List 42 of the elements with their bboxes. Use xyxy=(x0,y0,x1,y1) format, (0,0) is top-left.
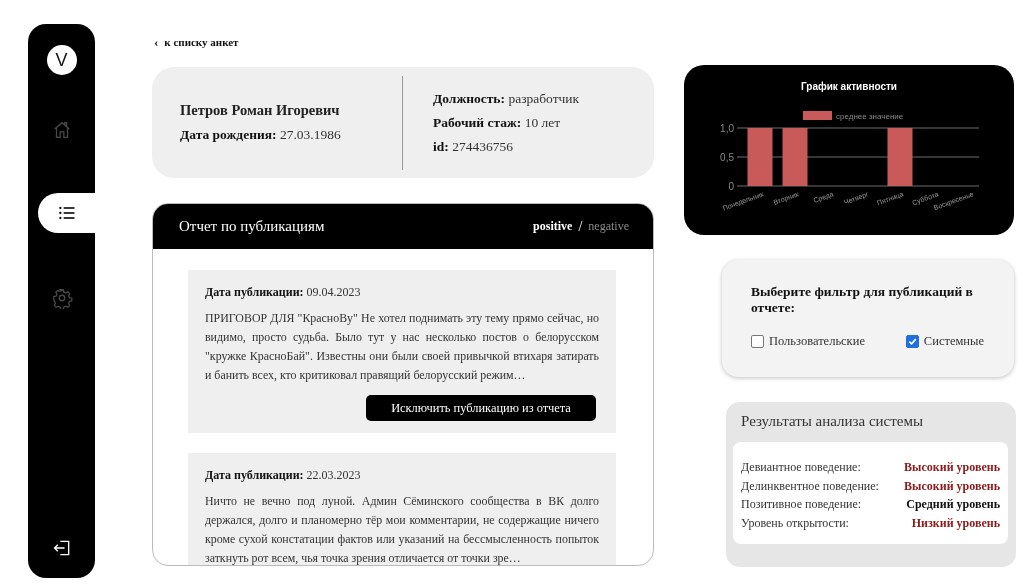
metric-value: Высокий уровень xyxy=(904,477,1000,495)
nav-item[interactable] xyxy=(38,193,95,233)
post-text: ПРИГОВОР ДЛЯ "КрасноBy" Не хотел поднимать эту тему прямо сейчас, но видимо, просто судьба. Было тут у нас несколько постов о белорусском "кружке КрасноБай". Известны они были своей привычкой втихаря затирать и банить всех, кто критиковал правящий белорусский режим… xyxy=(205,310,599,384)
info-field: id: 274436756 xyxy=(433,138,580,155)
y-tick-label: 0,5 xyxy=(720,152,734,163)
metric-value: Средний уровень xyxy=(906,496,1000,513)
checkbox-label: Пользовательские xyxy=(769,334,865,349)
metric-label: Позитивное поведение: xyxy=(741,496,862,513)
metric-label: Уровень открытости: xyxy=(741,514,849,532)
exclude-button[interactable]: Исключить публикацию из отчета xyxy=(366,395,596,421)
publication-date: Дата публикации: 22.03.2023 xyxy=(205,468,362,483)
y-tick-label: 1,0 xyxy=(720,123,734,134)
metric-label: Девиантное поведение: xyxy=(741,459,861,476)
checkbox-label: Системные xyxy=(923,334,984,349)
filter-title: Выберите фильтр для публикаций в отчете: xyxy=(751,284,974,316)
info-field: Должность: разработчик xyxy=(433,90,580,107)
report-title: Отчет по публикациям xyxy=(179,218,325,235)
chevron-left-icon: ‹ xyxy=(154,34,159,50)
settings-icon xyxy=(50,287,73,309)
legend-label: среднее значение xyxy=(836,112,904,121)
info-field: Рабочий стаж: 10 лет xyxy=(433,114,580,131)
metric-value: Высокий уровень xyxy=(904,459,1000,476)
metric-value: Низкий уровень xyxy=(911,514,1000,532)
separator: / xyxy=(578,218,583,235)
person-name: Петров Роман Игоревич xyxy=(180,102,341,119)
avatar[interactable]: V xyxy=(46,45,77,75)
logout-icon xyxy=(51,538,72,558)
checkbox[interactable] xyxy=(905,335,919,348)
metric-label: Делинквентное поведение: xyxy=(741,477,879,495)
chart-title: График активности xyxy=(801,81,897,92)
publication-date: Дата публикации: 09.04.2023 xyxy=(205,285,362,300)
post-text: Ничто не вечно под луной. Админ Сёминского сообщества в ВК долго держался, долго и планомерно тёр мои комментарии, не содержащие ничего кроме сухой констатации фактов или указаний на бессмысленность попыток заткнуть рот всем, чья точка зрения отличается от точки зре… xyxy=(205,493,599,565)
bar xyxy=(887,128,913,186)
bar xyxy=(782,128,808,186)
back-link[interactable]: ‹ к списку анкет xyxy=(154,34,654,50)
y-tick-label: 0 xyxy=(728,181,734,192)
filter-tab[interactable]: negative xyxy=(588,219,629,234)
results-title: Результаты анализа системы xyxy=(741,413,925,430)
bar xyxy=(747,128,773,186)
filter-tab[interactable]: positive xyxy=(533,219,573,234)
info-field: Дата рождения: 27.03.1986 xyxy=(180,127,400,143)
checkbox[interactable] xyxy=(751,335,764,348)
